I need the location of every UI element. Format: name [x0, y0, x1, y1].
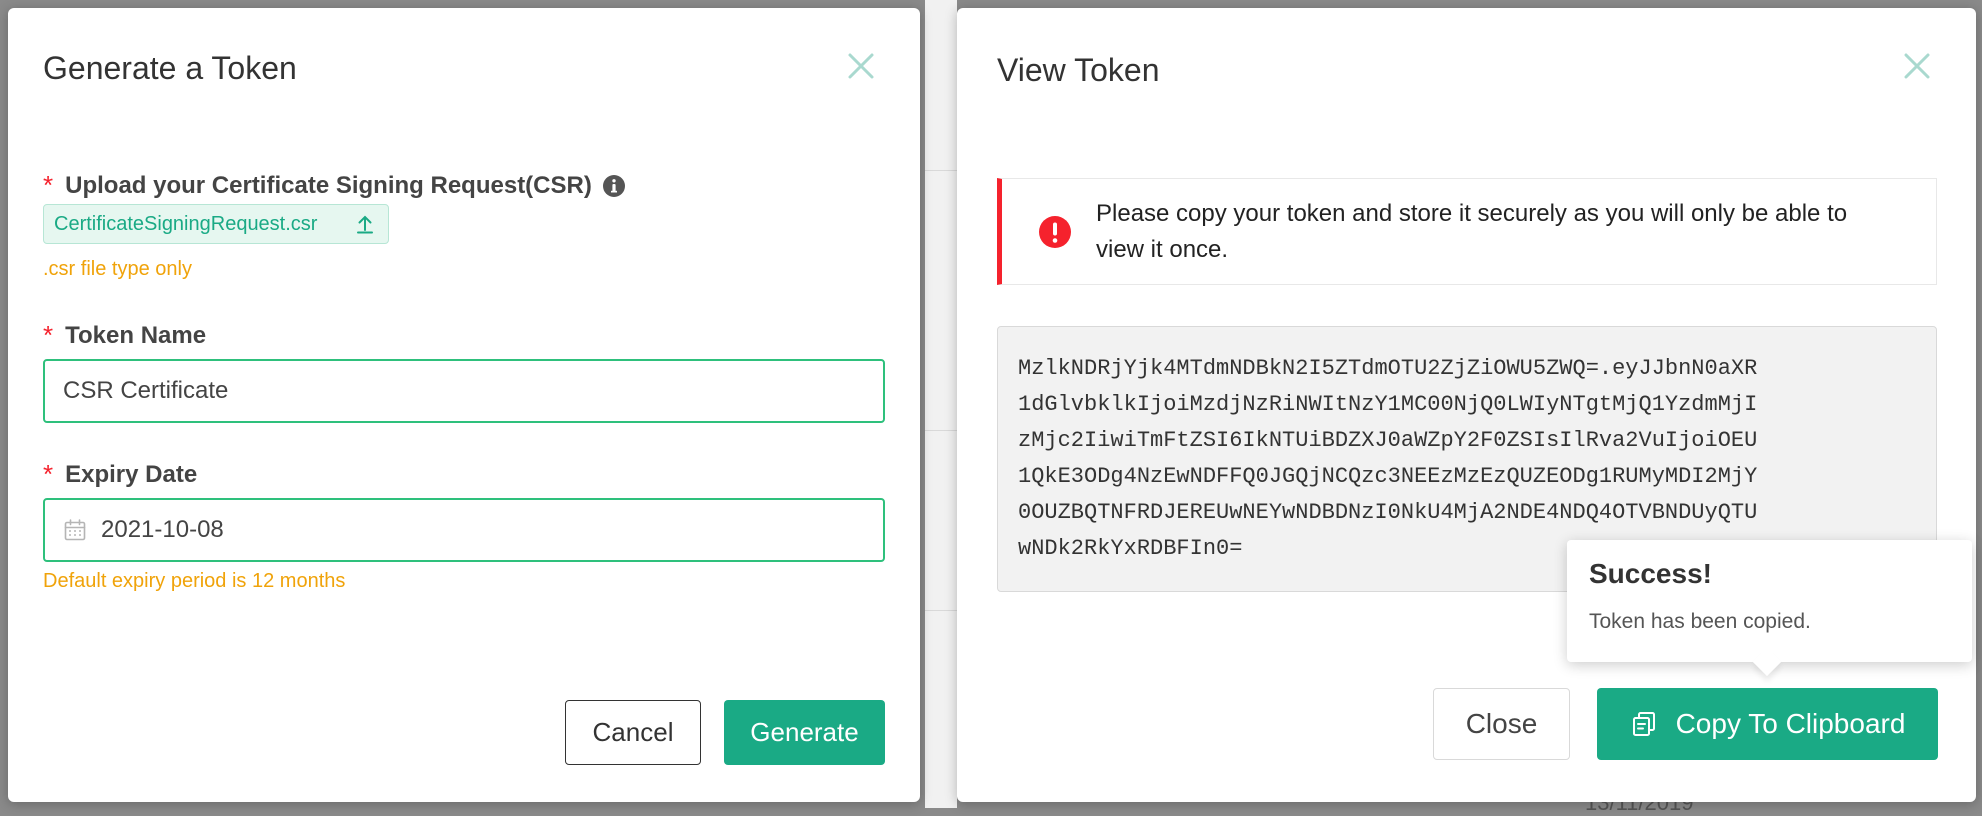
- background-divider: [925, 170, 957, 171]
- close-icon[interactable]: [1901, 50, 1933, 82]
- generate-token-modal: Generate a Token * Upload your Certifica…: [8, 8, 920, 802]
- token-line: MzlkNDRjYjk4MTdmNDBkN2I5ZTdmOTU2ZjZiOWU5…: [1018, 356, 1758, 381]
- exclamation-icon: [1039, 215, 1071, 248]
- token-name-label: * Token Name: [43, 320, 206, 351]
- token-line: 0OUZBQTNFRDJEREUwNEYwNDBDNzI0NkU4MjA2NDE…: [1018, 500, 1758, 525]
- upload-icon[interactable]: [356, 214, 374, 234]
- warning-alert: Please copy your token and store it secu…: [997, 178, 1937, 285]
- background-divider: [925, 610, 957, 611]
- background-panel-left: [925, 0, 957, 808]
- token-line: 1QkE3ODg4NzEwNDFFQ0JGQjNCQzc3NEEzMzEzQUZ…: [1018, 464, 1758, 489]
- calendar-icon[interactable]: [63, 518, 87, 542]
- background-divider: [925, 430, 957, 431]
- modal-title: Generate a Token: [43, 50, 297, 86]
- token-name-label-text: Token Name: [65, 321, 207, 349]
- generate-button[interactable]: Generate: [724, 700, 885, 765]
- csr-field-label: * Upload your Certificate Signing Reques…: [43, 170, 626, 201]
- required-marker: *: [43, 320, 54, 350]
- token-name-value: CSR Certificate: [63, 377, 229, 404]
- required-marker: *: [43, 459, 54, 489]
- token-name-input[interactable]: CSR Certificate: [43, 359, 885, 423]
- copy-to-clipboard-button[interactable]: Copy To Clipboard: [1597, 688, 1938, 760]
- cancel-button[interactable]: Cancel: [565, 700, 701, 765]
- copy-icon: [1632, 712, 1655, 736]
- view-token-modal: View Token Please copy your token and st…: [957, 8, 1976, 802]
- expiry-hint: Default expiry period is 12 months: [43, 570, 346, 592]
- uploaded-file-tag[interactable]: CertificateSigningRequest.csr: [43, 204, 389, 244]
- csr-label-text: Upload your Certificate Signing Request(…: [65, 171, 592, 199]
- csr-file-hint: .csr file type only: [43, 258, 192, 280]
- info-icon[interactable]: [602, 174, 626, 198]
- expiry-date-label: * Expiry Date: [43, 459, 197, 490]
- alert-message: Please copy your token and store it secu…: [1096, 199, 1848, 263]
- required-marker: *: [43, 170, 54, 200]
- modal-title: View Token: [997, 52, 1160, 88]
- popover-message: Token has been copied.: [1589, 610, 1811, 633]
- expiry-date-label-text: Expiry Date: [65, 460, 198, 488]
- close-button[interactable]: Close: [1433, 688, 1570, 760]
- token-line: zMjc2IiwiTmFtZSI6IkNTUiBDZXJ0aWZpY2F0ZSI…: [1018, 428, 1758, 453]
- expiry-date-picker[interactable]: 2021-10-08: [43, 498, 885, 562]
- popover-title: Success!: [1589, 558, 1712, 589]
- close-icon[interactable]: [845, 50, 877, 82]
- token-line: 1dGlvbklkIjoiMzdjNzRiNWItNzY1MC00NjQ0LWI…: [1018, 392, 1758, 417]
- expiry-date-value: 2021-10-08: [101, 516, 224, 543]
- file-name: CertificateSigningRequest.csr: [54, 212, 318, 235]
- success-popover: Success! Token has been copied.: [1567, 540, 1972, 677]
- copy-button-label: Copy To Clipboard: [1675, 708, 1906, 739]
